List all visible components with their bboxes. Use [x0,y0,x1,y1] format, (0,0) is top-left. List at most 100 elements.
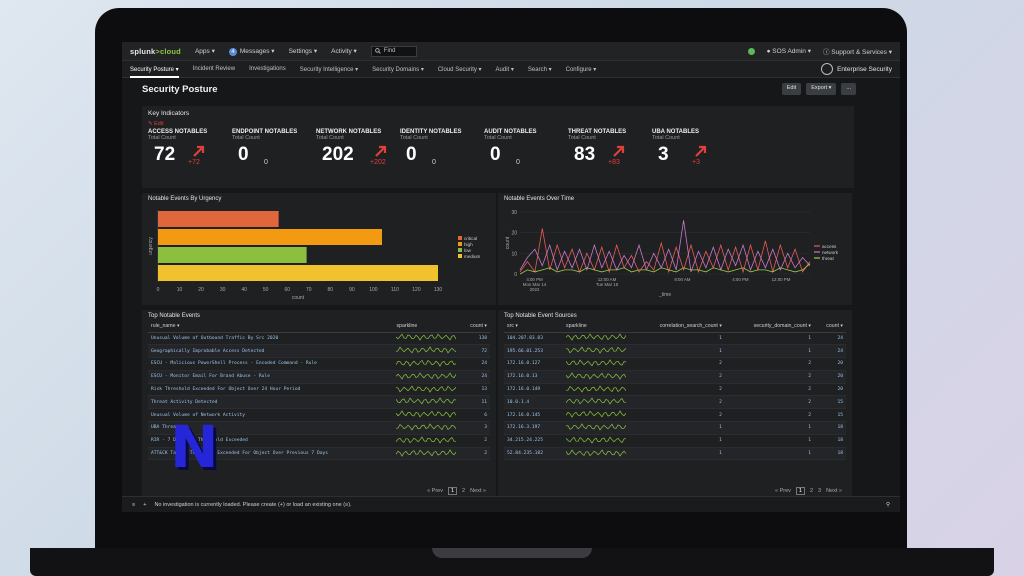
kpi-subtitle: Total Count [400,135,428,141]
col-count[interactable]: count ▾ [459,321,490,333]
find-input[interactable]: Find [370,45,417,57]
rule-name-cell[interactable]: ESCU - Malicious PowerShell Process - En… [148,357,394,371]
bar [158,211,279,227]
kpi-tile[interactable]: AUDIT NOTABLES Total Count 0 0 [484,129,568,181]
table-row[interactable]: 172.16.3.197 1 1 18 [504,421,846,435]
correlation-search-count-cell: 1 [628,344,725,359]
sparkline-chart [565,384,627,393]
src-cell[interactable]: 172.16.0.127 [504,357,563,371]
legend-label: threat [822,256,834,261]
sparkline-cell [393,434,460,448]
count-cell: 11 [459,395,490,410]
src-cell[interactable]: 34.215.24.225 [504,434,563,448]
col-src[interactable]: src ▾ [504,321,563,333]
nav-security-posture[interactable]: Security Posture ▾ [130,66,179,78]
activity-menu[interactable]: Activity ▾ [331,47,357,55]
sparkline-cell [393,383,460,397]
table-row[interactable]: Unusual Volume of Outbound Traffic By Sr… [148,332,490,346]
src-cell[interactable]: 52.84.235.182 [504,447,563,461]
src-cell[interactable]: 172.16.0.13 [504,370,563,384]
nav-cloud-security[interactable]: Cloud Security ▾ [438,66,482,73]
pager-next[interactable]: Next » [826,488,842,494]
zoom-icon[interactable]: ⚲ [886,502,890,508]
top-events-pager: « Prev 1 2 Next » [427,487,486,495]
src-cell[interactable]: 172.16.0.149 [504,383,563,397]
src-cell[interactable]: 172.16.3.197 [504,421,563,435]
table-row[interactable]: 195.66.01.253 1 1 24 [504,344,846,359]
table-row[interactable]: 52.84.235.182 1 1 18 [504,447,846,461]
health-status-icon[interactable] [747,47,755,55]
pager-prev[interactable]: « Prev [775,488,791,494]
kpi-value: 0 [490,144,501,165]
src-cell[interactable]: 172.16.0.145 [504,408,563,423]
nav-audit[interactable]: Audit ▾ [496,66,514,73]
apps-menu[interactable]: Apps ▾ [195,47,215,55]
src-cell[interactable]: 195.66.01.253 [504,344,563,359]
table-row[interactable]: 104.207.83.83 1 1 24 [504,332,846,346]
legend-swatch [458,254,462,258]
list-icon[interactable]: ≡ [132,502,135,508]
kpi-tile[interactable]: ENDPOINT NOTABLES Total Count 0 0 [232,129,316,181]
x-tick-label: 10 [177,287,183,293]
pager-page[interactable]: 1 [795,487,805,495]
table-row[interactable]: Geographically Improbable Access Detecte… [148,344,490,359]
pager-page[interactable]: 2 [462,488,465,494]
add-icon[interactable]: + [143,502,146,508]
table-row[interactable]: ESCU - Monitor Email For Brand Abuse - R… [148,370,490,384]
table-row[interactable]: ESCU - Malicious PowerShell Process - En… [148,357,490,371]
table-row[interactable]: 172.16.0.149 2 2 20 [504,383,846,397]
support-menu[interactable]: ⓘ Support & Services ▾ [823,46,892,56]
nav-security-domains[interactable]: Security Domains ▾ [372,66,424,73]
table-row[interactable]: Threat Activity Detected 11 [148,395,490,410]
rule-name-cell[interactable]: Threat Activity Detected [148,395,394,410]
kpi-value: 83 [574,144,596,165]
col-correlation-search-count[interactable]: correlation_search_count ▾ [628,321,725,333]
col-rule-name[interactable]: rule_name ▾ [148,321,394,333]
messages-menu[interactable]: 4 Messages ▾ [228,47,275,56]
src-cell[interactable]: 104.207.83.83 [504,332,563,346]
kpi-row: ACCESS NOTABLES Total Count 72 +72 ENDPOINT … [148,129,848,181]
settings-menu[interactable]: Settings ▾ [289,47,318,55]
pager-next[interactable]: Next » [470,488,486,494]
key-indicators-edit-link[interactable]: ✎ Edit [148,121,848,127]
table-row[interactable]: 34.215.24.225 1 1 18 [504,434,846,448]
nav-security-intelligence[interactable]: Security Intelligence ▾ [300,66,358,73]
kpi-value: 0 [238,144,249,165]
col-count[interactable]: count ▾ [814,321,846,333]
correlation-search-count-cell: 2 [628,357,725,371]
table-row[interactable]: 10.0.1.4 2 2 15 [504,395,846,410]
rule-name-cell[interactable]: Unusual Volume of Outbound Traffic By Sr… [148,332,394,346]
nav-investigations[interactable]: Investigations [249,66,286,72]
kpi-tile[interactable]: ACCESS NOTABLES Total Count 72 +72 [148,129,232,181]
pager-prev[interactable]: « Prev [427,488,443,494]
nav-incident-review[interactable]: Incident Review [193,66,235,72]
pager-page[interactable]: 2 [810,488,813,494]
rule-name-cell[interactable]: Risk Threshold Exceeded For Object Over … [148,383,394,397]
sparkline-cell [562,447,629,461]
rule-name-cell[interactable]: ESCU - Monitor Email For Brand Abuse - R… [148,370,394,384]
col-security-domain-count[interactable]: security_domain_count ▾ [724,321,815,333]
kpi-tile[interactable]: NETWORK NOTABLES Total Count 202 +202 [316,129,400,181]
splunk-logo[interactable]: splunk>cloud [130,47,181,56]
kpi-value: 202 [322,144,354,165]
src-cell[interactable]: 10.0.1.4 [504,395,563,410]
security-domain-count-cell: 1 [724,447,815,461]
kpi-tile[interactable]: UBA NOTABLES Total Count 3 +3 [652,129,736,181]
pager-page[interactable]: 1 [447,487,458,495]
table-row[interactable]: 172.16.0.127 2 2 20 [504,357,846,371]
edit-button[interactable]: Edit [781,83,802,95]
pager-page[interactable]: 3 [818,488,821,494]
app-title-text: Enterprise Security [837,65,892,73]
kpi-tile[interactable]: IDENTITY NOTABLES Total Count 0 0 [400,129,484,181]
security-domain-count-cell: 1 [724,434,815,448]
table-row[interactable]: 172.16.0.145 2 2 15 [504,408,846,423]
export-button[interactable]: Export ▾ [806,83,837,95]
user-menu[interactable]: ● SOS Admin ▾ [767,47,811,55]
more-button[interactable]: ... [841,83,856,95]
kpi-tile[interactable]: THREAT NOTABLES Total Count 83 +83 [568,129,652,181]
nav-search[interactable]: Search ▾ [528,66,552,73]
table-row[interactable]: 172.16.0.13 2 2 20 [504,370,846,384]
rule-name-cell[interactable]: Geographically Improbable Access Detecte… [148,344,394,359]
table-row[interactable]: Risk Threshold Exceeded For Object Over … [148,383,490,397]
nav-configure[interactable]: Configure ▾ [566,66,597,73]
